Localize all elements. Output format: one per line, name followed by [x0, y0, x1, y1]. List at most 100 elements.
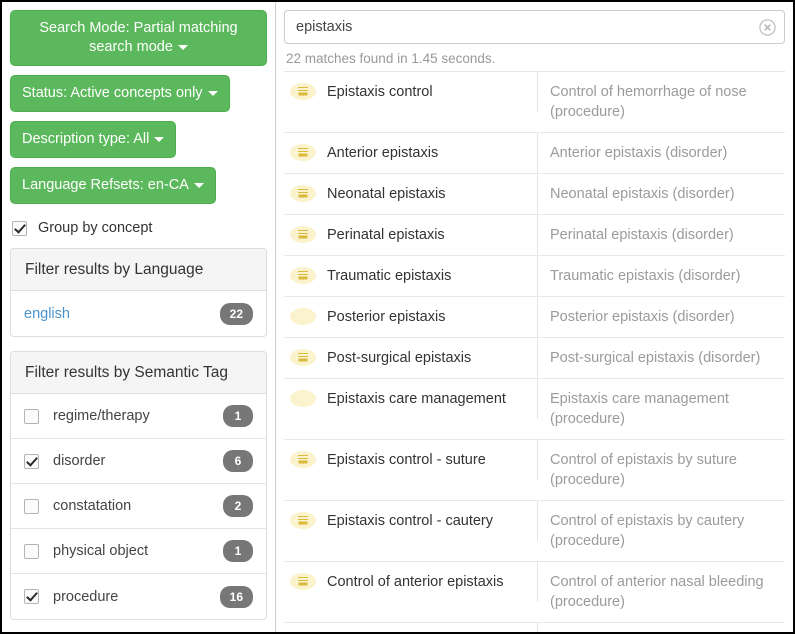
description-lines-icon — [290, 226, 316, 243]
result-fsn-label: Neonatal epistaxis (disorder) — [550, 186, 735, 202]
language-refsets-label: Language Refsets: en-CA — [22, 177, 189, 193]
semantic-tag-count-badge: 2 — [223, 495, 253, 517]
description-lines-icon — [290, 185, 316, 202]
semantic-tag-label: procedure — [53, 588, 119, 605]
result-term-label: Neonatal epistaxis — [327, 186, 446, 202]
table-row[interactable]: Epistaxis care management Epistaxis care … — [284, 379, 785, 440]
description-lines-icon — [290, 144, 316, 161]
language-filter-list: english 22 — [11, 291, 266, 336]
result-term-cell: Epistaxis control - cautery — [284, 501, 538, 541]
result-fsn-label: Control of hemorrhage of nose (procedure… — [550, 84, 747, 120]
semantic-tag-checkbox[interactable] — [24, 498, 39, 514]
result-term-cell: Epistaxis care management — [284, 379, 538, 419]
semantic-tag-filter-title: Filter results by Semantic Tag — [11, 352, 266, 394]
results-table: Epistaxis control Control of hemorrhage o… — [284, 71, 785, 632]
list-item[interactable]: english 22 — [11, 291, 266, 336]
description-lines-icon — [290, 83, 316, 100]
semantic-tag-filter-list: regime/therapy 1 disorder 6 constatation 2 phy… — [11, 394, 266, 619]
result-term-cell: Posterior epistaxis — [284, 297, 538, 337]
list-item[interactable]: disorder 6 — [11, 439, 266, 484]
description-type-label: Description type: All — [22, 131, 150, 147]
list-item[interactable]: constatation 2 — [11, 484, 266, 529]
result-term-cell: Epistaxis control — [284, 72, 538, 112]
group-by-concept-checkbox[interactable] — [12, 220, 27, 236]
search-input[interactable] — [284, 10, 785, 44]
semantic-tag-checkbox[interactable] — [24, 589, 39, 604]
language-link-english[interactable]: english — [24, 306, 70, 322]
result-term-label: Traumatic epistaxis — [327, 268, 452, 284]
table-row[interactable]: Epistaxis control Control of hemorrhage o… — [284, 72, 785, 133]
result-term-label: Control of anterior epistaxis — [327, 574, 504, 590]
table-row[interactable]: Post-surgical epistaxis Post-surgical epi… — [284, 338, 785, 379]
list-item[interactable]: physical object 1 — [11, 529, 266, 574]
semantic-tag-label: constatation — [53, 498, 132, 514]
filter-sidebar: Search Mode: Partial matching search mod… — [2, 2, 275, 632]
result-term-cell: Traumatic epistaxis — [284, 256, 538, 296]
description-lines-icon — [290, 349, 316, 366]
description-lines-icon — [290, 451, 316, 468]
chevron-down-icon — [154, 136, 165, 142]
description-blank-icon — [290, 308, 316, 325]
result-term-cell: Control of anterior epistaxis — [284, 562, 538, 602]
result-term-label: Perinatal epistaxis — [327, 227, 445, 243]
language-refsets-dropdown[interactable]: Language Refsets: en-CA — [10, 167, 216, 204]
result-fsn-label: Control of anterior nasal bleeding (proc… — [550, 574, 764, 610]
result-fsn-label: Anterior epistaxis (disorder) — [550, 145, 728, 161]
result-term-cell: Education about epistaxis — [284, 623, 538, 632]
result-term-label: Epistaxis care management — [327, 391, 506, 407]
status-label: Status: Active concepts only — [22, 85, 203, 101]
semantic-tag-count-badge: 16 — [219, 585, 253, 608]
clear-search-icon[interactable] — [759, 19, 776, 36]
semantic-tag-filter-panel: Filter results by Semantic Tag regime/th… — [10, 351, 267, 620]
table-row[interactable]: Traumatic epistaxis Traumatic epistaxis (… — [284, 256, 785, 297]
results-pane: 22 matches found in 1.45 seconds. Epista… — [275, 2, 793, 632]
application-window: Search Mode: Partial matching search mod… — [0, 0, 795, 634]
table-row[interactable]: Control of anterior epistaxis Control of … — [284, 562, 785, 623]
semantic-tag-count-badge: 6 — [223, 450, 253, 472]
result-fsn-label: Post-surgical epistaxis (disorder) — [550, 350, 761, 366]
table-row[interactable]: Posterior epistaxis Posterior epistaxis (… — [284, 297, 785, 338]
match-count-text: 22 matches found in 1.45 seconds. — [286, 51, 496, 66]
search-mode-dropdown[interactable]: Search Mode: Partial matching search mod… — [10, 10, 267, 66]
filter-button-group: Search Mode: Partial matching search mod… — [10, 10, 267, 213]
table-row[interactable]: Perinatal epistaxis Perinatal epistaxis (… — [284, 215, 785, 256]
semantic-tag-count-badge: 1 — [223, 405, 253, 427]
language-filter-panel: Filter results by Language english 22 — [10, 248, 267, 337]
description-lines-icon — [290, 512, 316, 529]
semantic-tag-label: disorder — [53, 453, 106, 469]
search-bar — [284, 10, 785, 44]
description-blank-icon — [290, 390, 316, 407]
result-fsn-label: Traumatic epistaxis (disorder) — [550, 268, 741, 284]
semantic-tag-count-badge: 1 — [223, 540, 253, 562]
result-fsn-label: Control of epistaxis by cautery (procedu… — [550, 513, 745, 549]
result-fsn-label: Posterior epistaxis (disorder) — [550, 309, 735, 325]
result-fsn-label: Perinatal epistaxis (disorder) — [550, 227, 734, 243]
group-by-concept-row[interactable]: Group by concept — [12, 220, 267, 236]
table-row[interactable]: Epistaxis control - cautery Control of ep… — [284, 501, 785, 562]
list-item[interactable]: procedure 16 — [11, 574, 266, 619]
list-item[interactable]: regime/therapy 1 — [11, 394, 266, 439]
table-row[interactable]: Epistaxis control - suture Control of epi… — [284, 440, 785, 501]
result-term-label: Post-surgical epistaxis — [327, 350, 472, 366]
result-term-label: Epistaxis control - suture — [327, 452, 486, 468]
result-term-cell: Anterior epistaxis — [284, 133, 538, 173]
result-term-label: Epistaxis control - cautery — [327, 513, 494, 529]
table-row[interactable]: Neonatal epistaxis Neonatal epistaxis (di… — [284, 174, 785, 215]
semantic-tag-checkbox[interactable] — [24, 543, 39, 559]
semantic-tag-checkbox[interactable] — [24, 453, 39, 469]
result-term-label: Anterior epistaxis — [327, 145, 439, 161]
chevron-down-icon — [177, 44, 188, 50]
table-row[interactable]: Anterior epistaxis Anterior epistaxis (di… — [284, 133, 785, 174]
description-type-dropdown[interactable]: Description type: All — [10, 121, 177, 158]
group-by-concept-label[interactable]: Group by concept — [38, 220, 152, 236]
search-mode-label: Search Mode: Partial matching search mod… — [39, 20, 238, 55]
language-count-badge: 22 — [219, 302, 253, 325]
semantic-tag-checkbox[interactable] — [24, 408, 39, 424]
result-term-cell: Post-surgical epistaxis — [284, 338, 538, 378]
chevron-down-icon — [193, 182, 204, 188]
result-term-cell: Epistaxis control - suture — [284, 440, 538, 480]
chevron-down-icon — [207, 90, 218, 96]
status-dropdown[interactable]: Status: Active concepts only — [10, 75, 230, 112]
result-term-cell: Neonatal epistaxis — [284, 174, 538, 214]
table-row[interactable]: Education about epistaxisEducation about… — [284, 623, 785, 632]
